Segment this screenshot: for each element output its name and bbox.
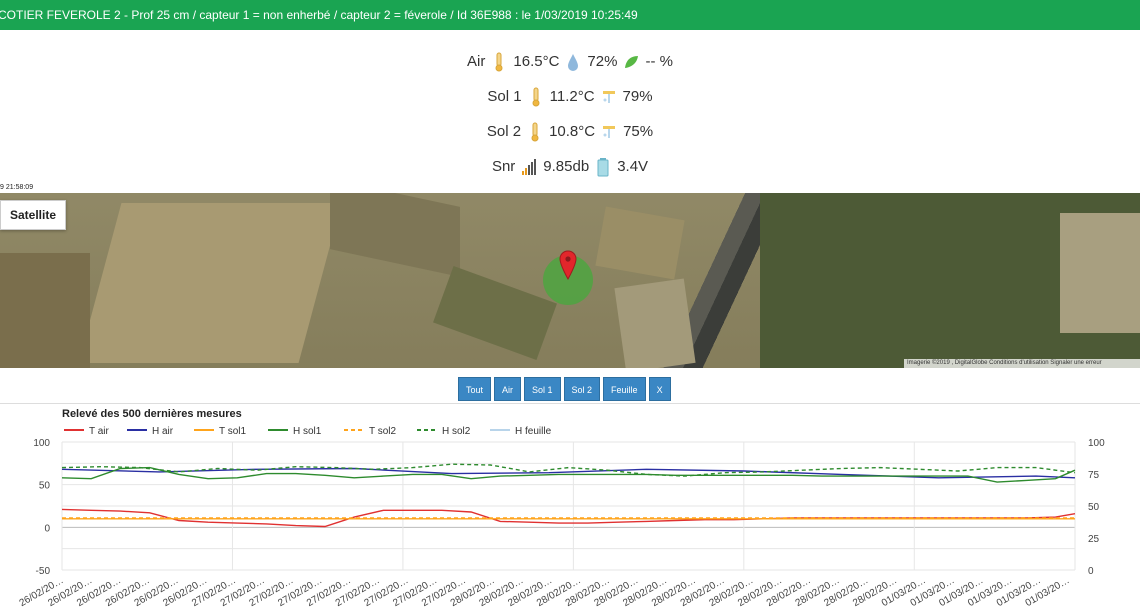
filter-sol1-button[interactable]: Sol 1: [524, 377, 561, 401]
reading-sol1: Sol 1 11.2°C 79%: [0, 79, 1140, 114]
snr-label: Snr: [491, 157, 516, 175]
sol1-temperature: 11.2°C: [549, 87, 595, 105]
legend-label: T sol2: [369, 426, 396, 437]
y-right-tick-label: 0: [1088, 566, 1094, 577]
measurements-chart: Relevé des 500 dernières mesures T air H …: [18, 408, 1106, 609]
chart-title: Relevé des 500 dernières mesures: [62, 408, 242, 420]
air-label: Air: [467, 52, 486, 70]
legend-label: H feuille: [515, 426, 552, 437]
reading-sol2: Sol 2 10.8°C 75%: [0, 114, 1140, 149]
legend-label: H air: [152, 426, 174, 437]
y-left-tick-label: 100: [33, 438, 50, 449]
y-right-tick-label: 100: [1088, 438, 1105, 449]
filter-clear-button[interactable]: X: [648, 377, 671, 401]
thermometer-icon: [532, 87, 540, 106]
map-field: [0, 253, 90, 368]
sol2-label: Sol 2: [486, 122, 522, 140]
battery-voltage: 3.4V: [617, 157, 649, 175]
chart-x-ticks: 26/02/20…26/02/20…26/02/20…26/02/20…26/0…: [18, 575, 1072, 609]
air-temperature: 16.5°C: [513, 52, 560, 70]
map-timestamp: 9 21:58:09: [0, 184, 34, 191]
map-field: [330, 193, 460, 277]
thermometer-icon: [531, 122, 539, 141]
soil-moisture-icon: [603, 125, 616, 138]
thermometer-icon: [495, 52, 503, 71]
map-field: [78, 203, 342, 363]
map-field: [433, 265, 557, 361]
device-title: COTIER FEVEROLE 2 - Prof 25 cm / capteur…: [0, 8, 638, 22]
battery-icon: [597, 157, 609, 176]
water-drop-icon: [568, 53, 579, 71]
y-left-tick-label: -50: [36, 566, 51, 577]
sol1-humidity: 79%: [622, 87, 653, 105]
map-field: [1060, 213, 1140, 333]
soil-moisture-icon: [602, 90, 615, 103]
legend-label: T sol1: [219, 426, 246, 437]
signal-strength-icon: [522, 158, 537, 175]
y-right-tick-label: 75: [1088, 470, 1100, 481]
chart-axes: -50 0 50 100 0 25 50 75 100: [33, 438, 1105, 577]
chart-grid: [61, 441, 1076, 571]
filter-all-button[interactable]: Tout: [458, 377, 492, 401]
sol2-temperature: 10.8°C: [549, 122, 596, 140]
reading-air: Air 16.5°C 72% -- %: [0, 44, 1140, 79]
map-field: [595, 206, 685, 280]
filter-button-bar: Tout Air Sol 1 Sol 2 Feuille X: [458, 377, 671, 401]
leaf-icon: [625, 55, 639, 68]
filter-air-button[interactable]: Air: [494, 377, 522, 401]
filter-leaf-button[interactable]: Feuille: [603, 377, 646, 401]
air-humidity: 72%: [587, 52, 618, 70]
device-header: COTIER FEVEROLE 2 - Prof 25 cm / capteur…: [0, 0, 1140, 30]
filter-sol2-button[interactable]: Sol 2: [563, 377, 601, 401]
sol2-humidity: 75%: [623, 122, 654, 140]
legend-label: T air: [89, 426, 109, 437]
y-left-tick-label: 50: [39, 481, 51, 492]
map-attribution: Imagerie ©2019 , DigitalGlobe Conditions…: [904, 359, 1140, 368]
map-type-button[interactable]: Satellite: [0, 200, 66, 230]
chart-series: [61, 463, 1076, 528]
reading-snr: Snr 9.85db 3.4V: [0, 149, 1140, 184]
leaf-wetness: -- %: [645, 52, 673, 70]
legend-label: H sol1: [293, 426, 322, 437]
readings-panel: Air 16.5°C 72% -- % Sol 1 11.2°C 79% Sol…: [0, 44, 1140, 184]
sol1-label: Sol 1: [487, 87, 522, 105]
legend-label: H sol2: [442, 426, 471, 437]
location-pin-icon[interactable]: [559, 250, 577, 280]
chart-legend: T air H air T sol1 H sol1 T sol2 H sol2 H feui…: [64, 426, 552, 437]
y-left-tick-label: 0: [44, 523, 50, 534]
y-right-tick-label: 25: [1088, 534, 1100, 545]
map-field: [614, 278, 696, 368]
snr-value: 9.85db: [543, 157, 590, 175]
y-right-tick-label: 50: [1088, 502, 1100, 513]
